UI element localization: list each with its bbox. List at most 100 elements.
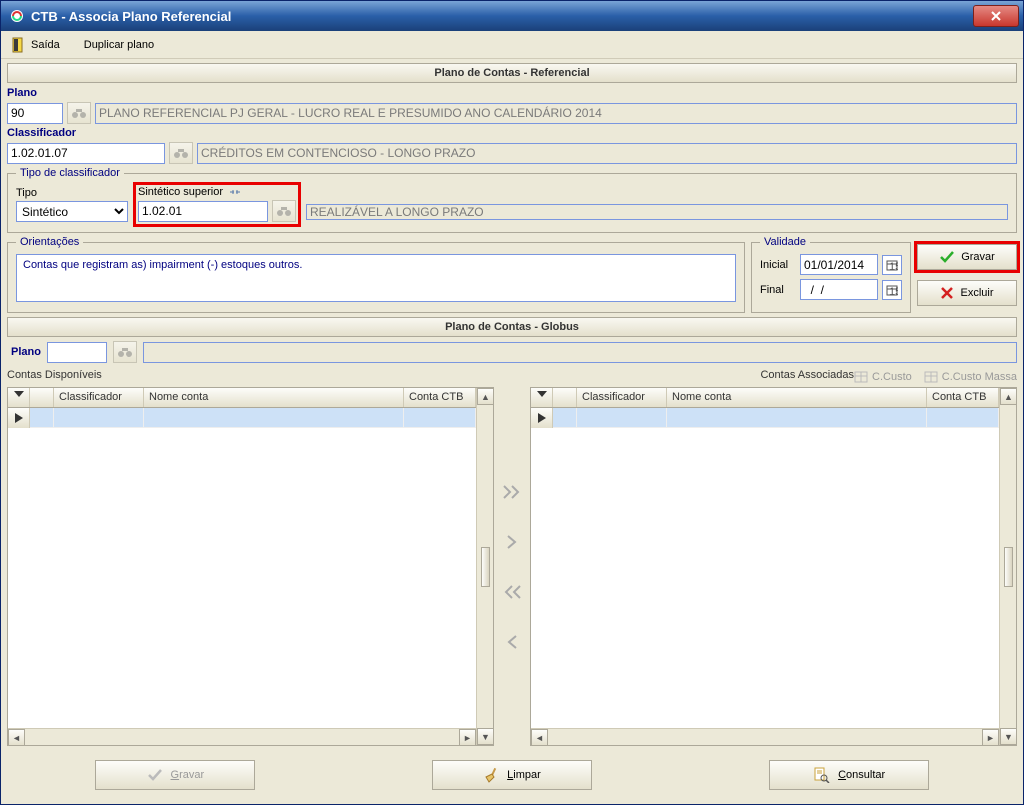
gravar-button[interactable]: Gravar: [917, 244, 1017, 270]
col-nome-conta[interactable]: Nome conta: [667, 388, 927, 407]
validade-fieldset: Validade Inicial 15 Final 15: [751, 236, 911, 313]
close-icon: [989, 10, 1003, 22]
ccusto-button[interactable]: C.Custo: [854, 371, 912, 383]
plano-lookup-button[interactable]: [67, 102, 91, 124]
globus-plano-row: Plano: [7, 341, 1017, 363]
report-search-icon: [812, 767, 830, 783]
menu-saida-label: Saída: [31, 39, 60, 51]
scroll-right-button[interactable]: ►: [459, 729, 476, 746]
scroll-down-button[interactable]: ▼: [1000, 728, 1017, 745]
validade-legend: Validade: [760, 236, 810, 248]
validade-final-calendar-button[interactable]: 15: [882, 280, 902, 300]
validade-inicial-calendar-button[interactable]: 15: [882, 255, 902, 275]
x-icon: [940, 286, 954, 300]
scroll-up-button[interactable]: ▲: [1000, 388, 1017, 405]
app-window: CTB - Associa Plano Referencial Saída Du…: [0, 0, 1024, 805]
menu-saida[interactable]: Saída: [5, 35, 66, 55]
vscrollbar[interactable]: ▲ ▼: [999, 388, 1016, 745]
menubar: Saída Duplicar plano: [1, 31, 1023, 59]
validade-inicial-label: Inicial: [760, 259, 796, 271]
exit-icon: [11, 37, 27, 53]
consultar-label: Consultar: [838, 769, 885, 781]
col-conta-ctb[interactable]: Conta CTB: [927, 388, 999, 407]
validade-inicial-input[interactable]: [800, 254, 878, 275]
vscrollbar[interactable]: ▲ ▼: [476, 388, 493, 745]
col-conta-ctb[interactable]: Conta CTB: [404, 388, 476, 407]
scroll-left-button[interactable]: ◄: [8, 729, 25, 746]
gravar-label: Gravar: [961, 251, 995, 263]
hscrollbar[interactable]: ◄ ►: [8, 728, 476, 745]
tipo-classificador-fieldset: Tipo de classificador Tipo Sintético Sin…: [7, 167, 1017, 233]
binoculars-icon: [276, 204, 292, 218]
col-classificador[interactable]: Classificador: [54, 388, 144, 407]
move-left-button[interactable]: [500, 631, 524, 653]
double-right-icon: [503, 485, 521, 499]
associadas-label: Contas Associadas: [760, 367, 854, 383]
plano-input[interactable]: [7, 103, 63, 124]
binoculars-icon: [117, 345, 133, 359]
consultar-button[interactable]: Consultar: [769, 760, 929, 790]
filter-column-button[interactable]: [531, 388, 553, 407]
filter-column-button[interactable]: [8, 388, 30, 407]
binoculars-icon: [173, 146, 189, 160]
orientacoes-legend: Orientações: [16, 236, 83, 248]
col-classificador[interactable]: Classificador: [577, 388, 667, 407]
classificador-input[interactable]: [7, 143, 165, 164]
hscrollbar[interactable]: ◄ ►: [531, 728, 999, 745]
tipo-select[interactable]: Sintético: [16, 201, 128, 222]
grid-disponiveis[interactable]: Classificador Nome conta Conta CTB: [7, 387, 494, 746]
col-nome-conta[interactable]: Nome conta: [144, 388, 404, 407]
scroll-down-button[interactable]: ▼: [477, 728, 494, 745]
referencial-panel: Plano PLANO REFERENCIAL PJ GERAL - LUCRO…: [7, 87, 1017, 313]
excluir-button[interactable]: Excluir: [917, 280, 1017, 306]
plano-row: PLANO REFERENCIAL PJ GERAL - LUCRO REAL …: [7, 102, 1017, 124]
table-icon: [854, 371, 868, 383]
filter-icon: [14, 391, 24, 401]
grid-associadas-body[interactable]: [531, 408, 999, 728]
move-all-right-button[interactable]: [500, 481, 524, 503]
orientacoes-text: Contas que registram as) impairment (-) …: [16, 254, 736, 302]
grid-disponiveis-panel: Classificador Nome conta Conta CTB: [7, 387, 494, 746]
row-indicator: [531, 408, 553, 428]
move-all-left-button[interactable]: [500, 581, 524, 603]
limpar-button[interactable]: Limpar: [432, 760, 592, 790]
classificador-label: Classificador: [7, 127, 1017, 139]
scrollbar-thumb[interactable]: [481, 547, 490, 587]
classificador-lookup-button[interactable]: [169, 142, 193, 164]
globus-plano-label: Plano: [11, 346, 41, 358]
plano-label: Plano: [7, 87, 1017, 99]
table-row[interactable]: [531, 408, 999, 428]
ccusto-massa-label: C.Custo Massa: [942, 371, 1017, 383]
calendar-icon: 15: [886, 259, 898, 271]
gravar-bottom-label: Gravar: [171, 769, 205, 781]
grid-disponiveis-body[interactable]: [8, 408, 476, 728]
menu-duplicar[interactable]: Duplicar plano: [78, 37, 160, 53]
validade-final-input[interactable]: [800, 279, 878, 300]
ccusto-massa-button[interactable]: C.Custo Massa: [924, 371, 1017, 383]
grid-associadas[interactable]: Classificador Nome conta Conta CTB: [530, 387, 1017, 746]
close-button[interactable]: [973, 5, 1019, 27]
table-row[interactable]: [8, 408, 476, 428]
limpar-label: Limpar: [507, 769, 541, 781]
move-right-button[interactable]: [500, 531, 524, 553]
grids-container: Classificador Nome conta Conta CTB: [7, 387, 1017, 746]
sintetico-superior-lookup-button[interactable]: [272, 200, 296, 222]
orientacoes-fieldset: Orientações Contas que registram as) imp…: [7, 236, 745, 313]
app-icon: [9, 8, 25, 24]
globus-plano-desc: [143, 342, 1017, 363]
sintetico-superior-label: Sintético superior: [138, 186, 223, 198]
filter-icon: [537, 391, 547, 401]
scrollbar-thumb[interactable]: [1004, 547, 1013, 587]
globus-plano-lookup-button[interactable]: [113, 341, 137, 363]
scroll-left-button[interactable]: ◄: [531, 729, 548, 746]
content: Plano de Contas - Referencial Plano PLAN…: [1, 59, 1023, 804]
grid-disponiveis-header: Classificador Nome conta Conta CTB: [8, 388, 476, 408]
grid-associadas-panel: Classificador Nome conta Conta CTB: [530, 387, 1017, 746]
scroll-up-button[interactable]: ▲: [477, 388, 494, 405]
globus-plano-input[interactable]: [47, 342, 107, 363]
scroll-right-button[interactable]: ►: [982, 729, 999, 746]
sintetico-superior-input[interactable]: [138, 201, 268, 222]
classificador-row: CRÉDITOS EM CONTENCIOSO - LONGO PRAZO: [7, 142, 1017, 164]
tipo-class-row: Tipo Sintético Sintético superior: [16, 185, 1008, 224]
gravar-bottom-button[interactable]: Gravar: [95, 760, 255, 790]
